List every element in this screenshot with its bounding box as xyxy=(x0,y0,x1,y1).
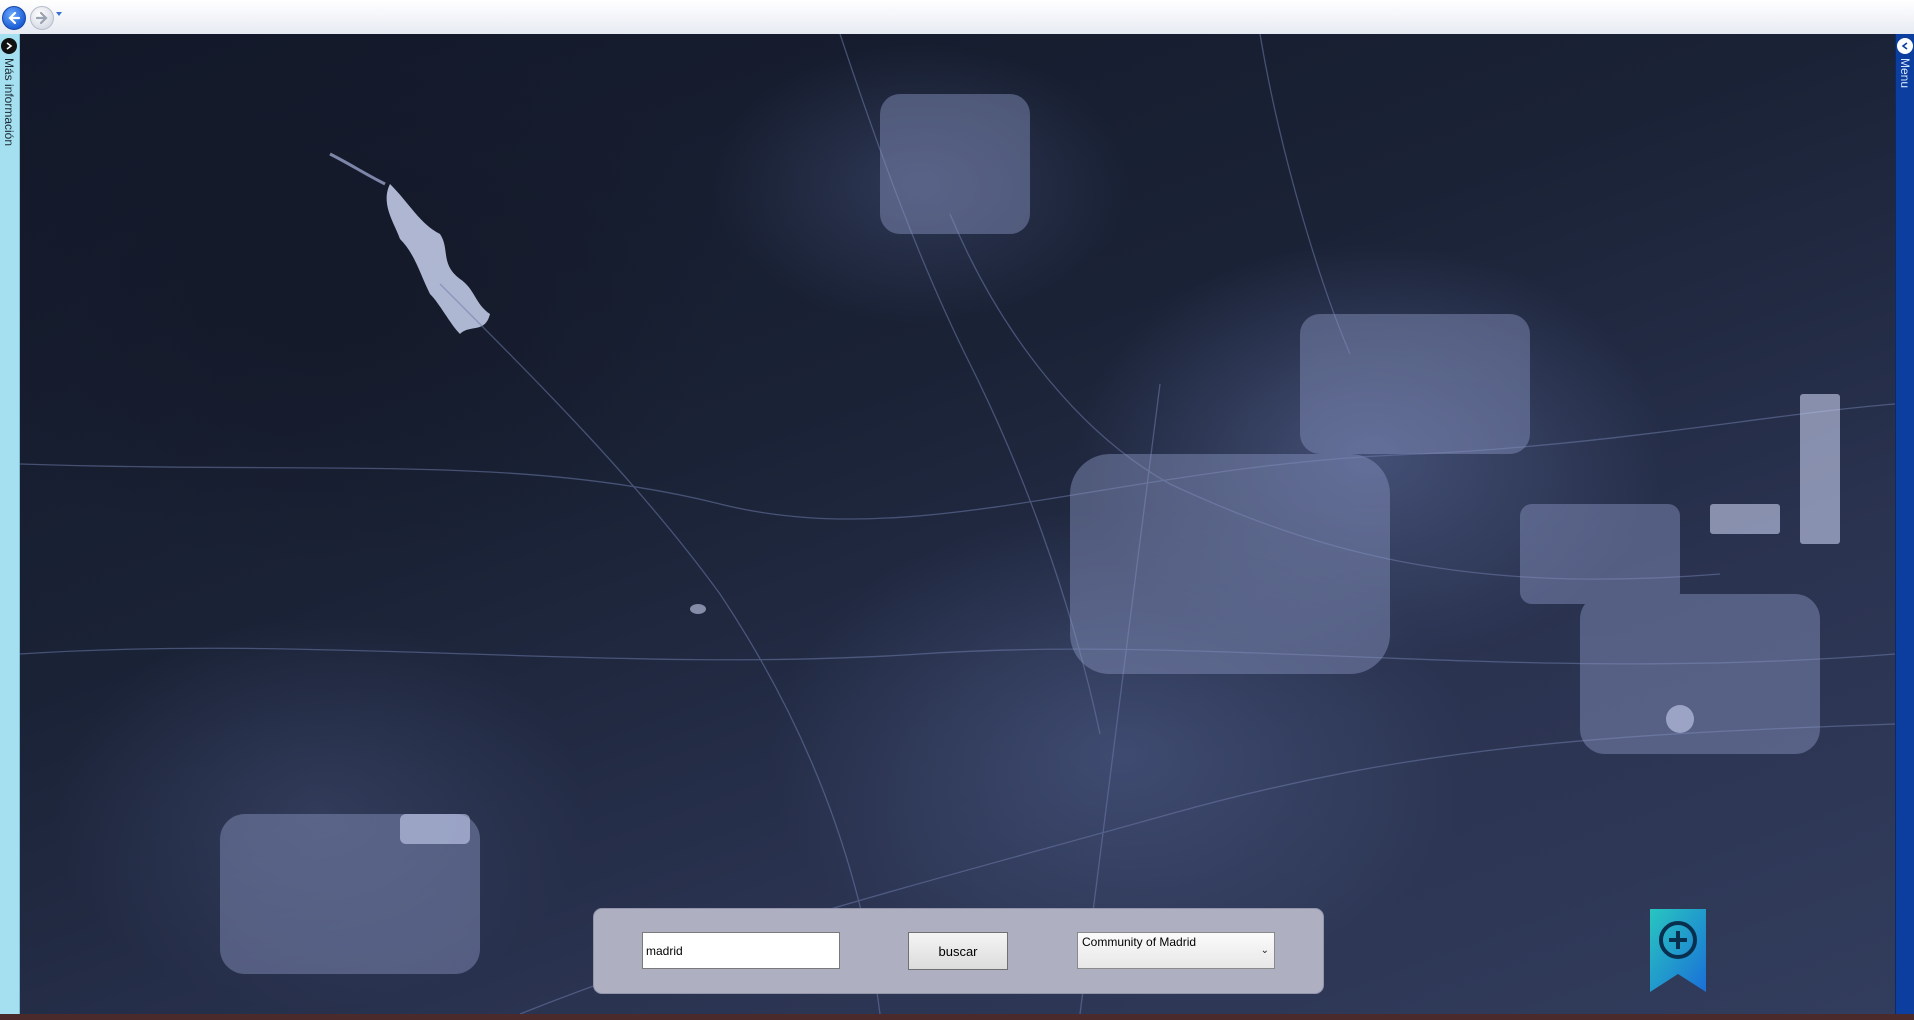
search-panel: buscar Community of Madrid ⌄ xyxy=(593,908,1324,994)
add-bookmark-button[interactable] xyxy=(1648,909,1708,992)
history-dropdown-icon[interactable] xyxy=(56,12,62,16)
forward-button[interactable] xyxy=(30,6,54,30)
satellite-map[interactable] xyxy=(20,34,1895,1014)
back-arrow-icon xyxy=(8,11,21,25)
search-input[interactable] xyxy=(642,932,840,969)
menu-panel: Menu xyxy=(1895,34,1914,1014)
menu-label[interactable]: Menu xyxy=(1898,58,1912,88)
region-select[interactable]: Community of Madrid ⌄ xyxy=(1077,932,1275,969)
chevron-right-icon xyxy=(6,42,13,50)
chevron-down-icon: ⌄ xyxy=(1260,945,1269,956)
more-info-label[interactable]: Más información xyxy=(2,58,16,146)
add-bookmark-icon xyxy=(1650,909,1706,992)
chevron-left-icon xyxy=(1901,42,1908,50)
expand-menu-button[interactable] xyxy=(1897,38,1913,54)
browser-toolbar xyxy=(0,0,1914,35)
more-info-panel: Más información xyxy=(0,34,20,1014)
search-button[interactable]: buscar xyxy=(908,932,1008,970)
back-button[interactable] xyxy=(2,6,26,30)
expand-more-info-button[interactable] xyxy=(1,38,17,54)
forward-arrow-icon xyxy=(35,11,48,25)
map-features xyxy=(20,34,1895,1014)
region-select-value: Community of Madrid xyxy=(1082,935,1197,949)
window-bottom-border xyxy=(0,1014,1914,1020)
reservoir xyxy=(386,184,490,334)
